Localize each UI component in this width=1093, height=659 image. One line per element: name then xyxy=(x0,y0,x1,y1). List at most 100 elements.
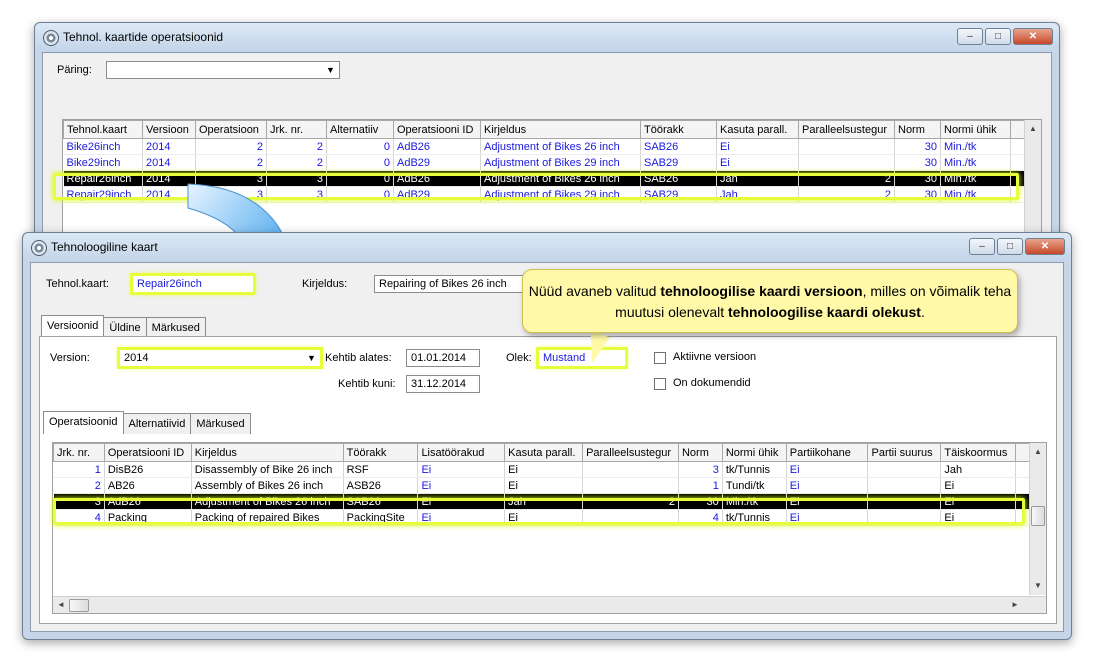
table-cell[interactable]: 2014 xyxy=(142,154,196,171)
column-header[interactable]: Kirjeldus xyxy=(480,120,641,139)
column-header[interactable]: Jrk. nr. xyxy=(53,443,105,462)
table-cell[interactable]: PackingSite xyxy=(343,509,419,526)
table-cell[interactable]: 4 xyxy=(53,509,105,526)
table-cell[interactable]: Repair29inch xyxy=(63,186,143,203)
table-cell[interactable] xyxy=(582,461,679,478)
table-cell[interactable]: Disassembly of Bike 26 inch xyxy=(191,461,344,478)
table-cell[interactable]: Min./tk xyxy=(940,186,1011,203)
table-cell[interactable]: Ei xyxy=(786,493,869,510)
table-cell[interactable]: Ei xyxy=(417,493,506,510)
table-row[interactable]: Bike26inch 2014 2 2 0 AdB26 Adjustment of Bike… xyxy=(63,138,1041,155)
maximize-button[interactable]: □ xyxy=(997,238,1023,255)
table-cell[interactable]: Ei xyxy=(786,477,869,494)
table-cell[interactable]: 0 xyxy=(326,186,394,203)
column-header[interactable]: Normi ühik xyxy=(721,443,787,462)
table-cell[interactable]: 3 xyxy=(53,493,105,510)
scroll-up-icon[interactable]: ▲ xyxy=(1029,124,1037,133)
table-cell[interactable]: 0 xyxy=(326,154,394,171)
has-documents-checkbox[interactable] xyxy=(654,378,666,390)
query-select[interactable]: ▼ xyxy=(106,61,340,79)
table-cell[interactable]: Adjustment of Bikes 29 inch xyxy=(480,186,641,203)
table-cell[interactable]: AdB29 xyxy=(393,186,481,203)
table-cell[interactable]: Adjustment of Bikes 29 inch xyxy=(480,154,641,171)
chevron-down-icon[interactable]: ▼ xyxy=(324,64,337,76)
table-cell[interactable]: 2 xyxy=(195,138,267,155)
table-cell[interactable]: SAB26 xyxy=(343,493,419,510)
table-cell[interactable]: AdB26 xyxy=(393,138,481,155)
column-header[interactable]: Operatsioon xyxy=(195,120,267,139)
column-header[interactable]: Kasuta parall. xyxy=(716,120,799,139)
valid-from-field[interactable]: 01.01.2014 xyxy=(406,349,480,367)
table-cell[interactable]: 2 xyxy=(195,154,267,171)
tab-notes[interactable]: Märkused xyxy=(145,317,206,338)
table-cell[interactable]: Tundi/tk xyxy=(722,477,787,494)
table-cell[interactable]: Ei xyxy=(417,477,506,494)
table-cell[interactable]: 2014 xyxy=(142,138,196,155)
table-cell[interactable]: Jah xyxy=(716,170,799,187)
table-cell[interactable]: Repair26inch xyxy=(63,170,143,187)
table-cell[interactable]: Ei xyxy=(940,509,1017,526)
table-cell[interactable]: 30 xyxy=(894,186,941,203)
table-row[interactable]: 2 AB26 Assembly of Bikes 26 inch ASB26 Ei Ei 1… xyxy=(53,477,1046,494)
table-cell[interactable]: Ei xyxy=(716,154,799,171)
table-row[interactable]: 4 Packing Packing of repaired Bikes Packing… xyxy=(53,509,1046,526)
table-cell[interactable]: SAB26 xyxy=(640,170,717,187)
table-cell[interactable]: 2 xyxy=(266,138,327,155)
table-cell[interactable] xyxy=(867,509,942,526)
table-cell[interactable]: Bike29inch xyxy=(63,154,143,171)
column-header[interactable]: Kasuta parall. xyxy=(504,443,584,462)
table-cell[interactable] xyxy=(582,509,679,526)
table-cell[interactable]: 30 xyxy=(678,493,723,510)
table-cell[interactable]: 0 xyxy=(326,170,394,187)
tab-alternatives[interactable]: Alternatiivid xyxy=(122,413,192,434)
description-field[interactable]: Repairing of Bikes 26 inch xyxy=(374,275,524,293)
table-cell[interactable]: RSF xyxy=(343,461,419,478)
scroll-up-icon[interactable]: ▲ xyxy=(1034,447,1042,456)
table-cell[interactable]: 2 xyxy=(582,493,679,510)
table-cell[interactable]: AdB26 xyxy=(393,170,481,187)
operations-titlebar[interactable]: Tehnol. kaartide operatsioonid – □ ✕ xyxy=(35,23,1059,51)
column-header[interactable]: Jrk. nr. xyxy=(266,120,327,139)
table-cell[interactable]: Bike26inch xyxy=(63,138,143,155)
minimize-button[interactable]: – xyxy=(969,238,995,255)
column-header[interactable]: Tehnol.kaart xyxy=(63,120,143,139)
table-cell[interactable]: 30 xyxy=(894,170,941,187)
table-cell[interactable] xyxy=(798,154,895,171)
table-cell[interactable]: ASB26 xyxy=(343,477,419,494)
table-cell[interactable]: 3 xyxy=(678,461,723,478)
table-cell[interactable]: 2 xyxy=(798,170,895,187)
horizontal-scrollbar[interactable]: ◄ ► xyxy=(53,596,1046,613)
scroll-thumb[interactable] xyxy=(1031,506,1045,526)
table-cell[interactable]: 0 xyxy=(326,138,394,155)
table-cell[interactable]: Jah xyxy=(940,461,1017,478)
scroll-down-icon[interactable]: ▼ xyxy=(1034,581,1042,590)
table-cell[interactable]: tk/Tunnis xyxy=(722,509,787,526)
chevron-down-icon[interactable]: ▼ xyxy=(305,352,318,364)
table-cell[interactable]: DisB26 xyxy=(104,461,192,478)
tab-general[interactable]: Üldine xyxy=(103,317,147,338)
tab-sub-notes[interactable]: Märkused xyxy=(190,413,251,434)
table-row[interactable]: 1 DisB26 Disassembly of Bike 26 inch RSF Ei E… xyxy=(53,461,1046,478)
active-version-checkbox[interactable] xyxy=(654,352,666,364)
table-cell[interactable]: Adjustment of Bikes 26 inch xyxy=(191,493,344,510)
table-row[interactable]: 3 AdB26 Adjustment of Bikes 26 inch SAB26 Ei… xyxy=(53,493,1046,510)
column-header[interactable]: Alternatiiv xyxy=(326,120,394,139)
table-cell[interactable]: Jah xyxy=(504,493,584,510)
table-cell[interactable] xyxy=(798,138,895,155)
column-header[interactable]: Norm xyxy=(677,443,723,462)
table-cell[interactable]: AB26 xyxy=(104,477,192,494)
tab-operations[interactable]: Operatsioonid xyxy=(43,411,124,434)
close-button[interactable]: ✕ xyxy=(1013,28,1053,45)
table-cell[interactable]: SAB29 xyxy=(640,186,717,203)
table-cell[interactable]: 4 xyxy=(678,509,723,526)
close-button[interactable]: ✕ xyxy=(1025,238,1065,255)
table-cell[interactable]: 1 xyxy=(678,477,723,494)
table-row[interactable]: Bike29inch 2014 2 2 0 AdB29 Adjustment of Bike… xyxy=(63,154,1041,171)
table-cell[interactable]: 2 xyxy=(53,477,105,494)
table-cell[interactable]: Adjustment of Bikes 26 inch xyxy=(480,170,641,187)
table-cell[interactable] xyxy=(867,493,942,510)
table-cell[interactable]: Ei xyxy=(940,493,1017,510)
table-cell[interactable]: Ei xyxy=(504,509,584,526)
table-cell[interactable]: Ei xyxy=(417,509,506,526)
column-header[interactable]: Norm xyxy=(894,120,941,139)
